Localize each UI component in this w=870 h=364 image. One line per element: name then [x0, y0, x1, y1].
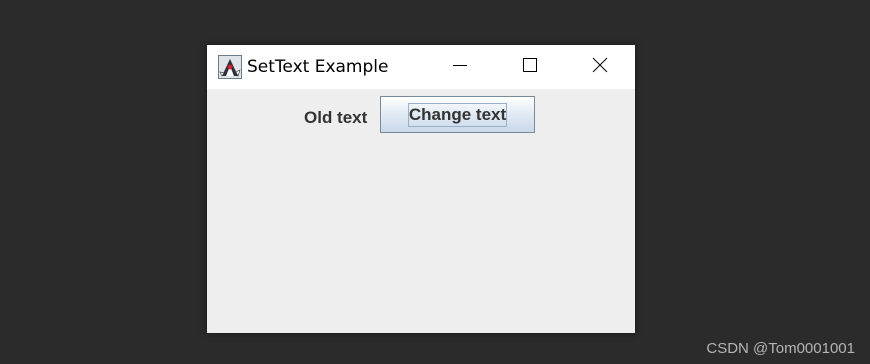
java-duke-icon — [218, 55, 242, 79]
minimize-button[interactable] — [437, 45, 483, 89]
desktop: SetText Example Old text Change text CSD… — [0, 0, 870, 364]
maximize-icon — [522, 57, 538, 78]
change-text-button[interactable]: Change text — [380, 96, 535, 133]
status-label: Old text — [304, 108, 368, 127]
window-title: SetText Example — [247, 57, 389, 77]
title-bar[interactable]: SetText Example — [207, 45, 635, 89]
close-button[interactable] — [577, 45, 623, 89]
settext-window: SetText Example Old text Change text — [207, 45, 635, 333]
change-text-button-label: Change text — [407, 102, 508, 127]
content-pane: Old text Change text — [207, 89, 635, 333]
watermark: CSDN @Tom0001001 — [706, 340, 855, 357]
maximize-button[interactable] — [507, 45, 553, 89]
minimize-icon — [452, 57, 468, 78]
close-icon — [592, 57, 608, 78]
